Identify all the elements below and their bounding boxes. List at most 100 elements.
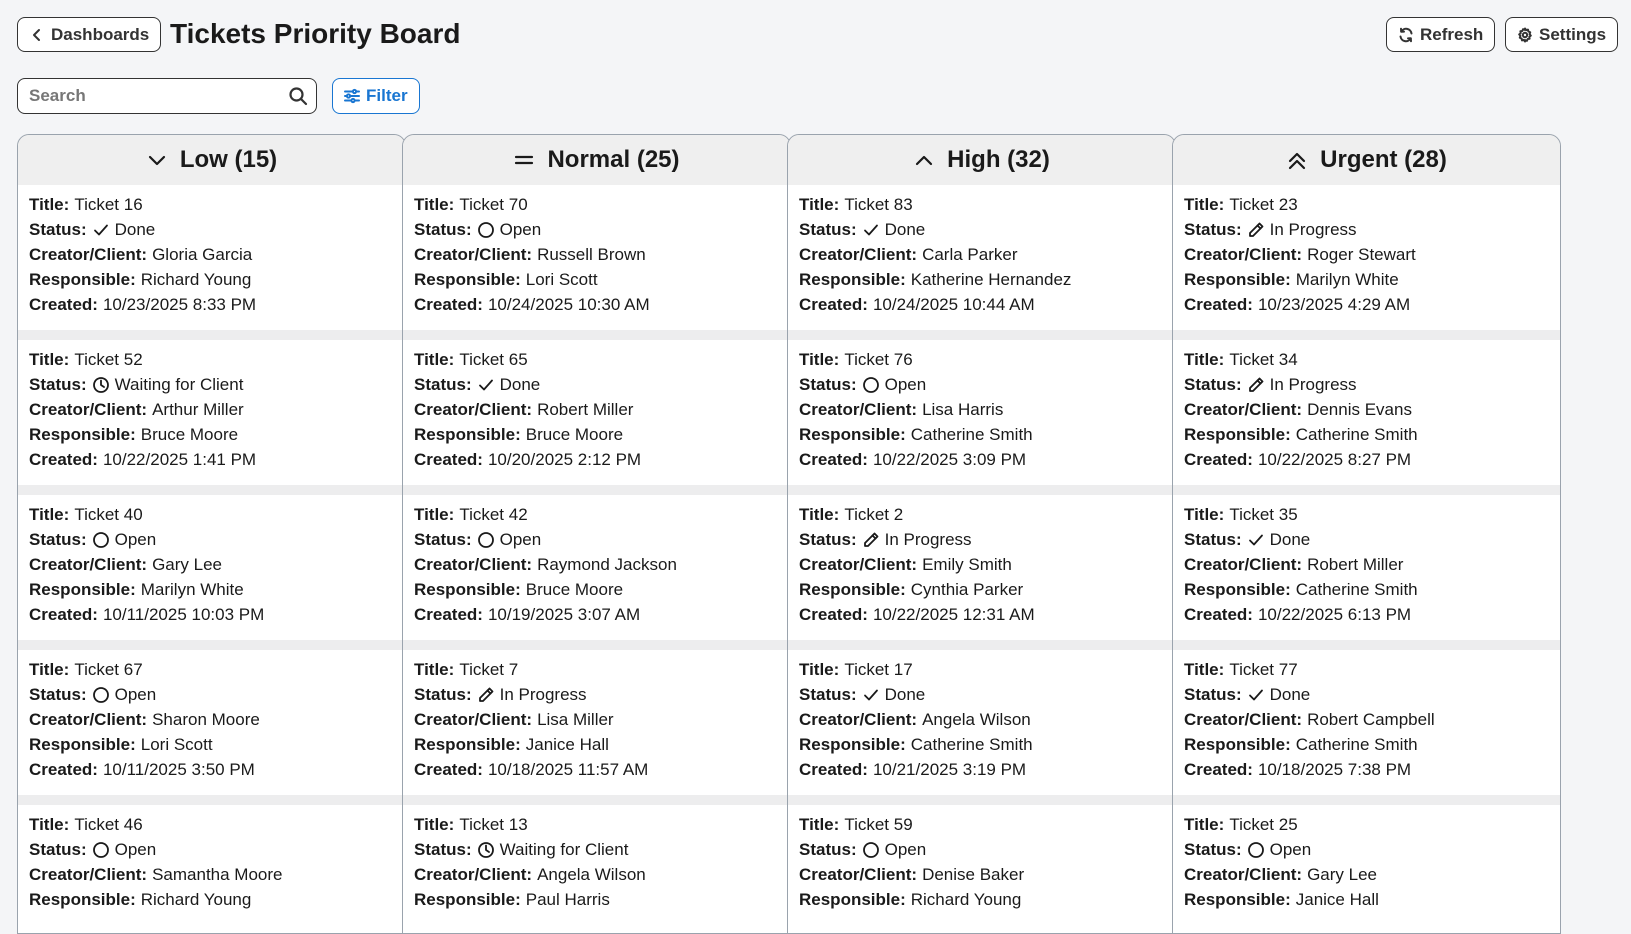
field-label: Creator/Client:	[1184, 710, 1303, 729]
field-label: Responsible:	[799, 890, 906, 909]
column-header[interactable]: Urgent (28)	[1173, 135, 1560, 185]
ticket-created: 10/11/2025 3:50 PM	[102, 760, 255, 779]
ticket-card[interactable]: Title: Ticket 70 Status: Open Creator/Client…	[403, 185, 790, 330]
ticket-status-row: Status: Done	[1184, 527, 1549, 552]
ticket-title: Ticket 76	[844, 350, 913, 369]
column-header[interactable]: High (32)	[788, 135, 1175, 185]
filter-button-label: Filter	[366, 86, 408, 105]
ticket-card[interactable]: Title: Ticket 16 Status: Done Creator/Client…	[18, 185, 405, 330]
ticket-card[interactable]: Title: Ticket 40 Status: Open Creator/Client…	[18, 495, 405, 640]
ticket-card[interactable]: Title: Ticket 59 Status: Open Creator/Client…	[788, 805, 1175, 933]
ticket-card[interactable]: Title: Ticket 52 Status: Waiting for Client…	[18, 340, 405, 485]
ticket-card[interactable]: Title: Ticket 83 Status: Done Creator/Client…	[788, 185, 1175, 330]
ticket-card[interactable]: Title: Ticket 34 Status: In Progress Creator…	[1173, 340, 1560, 485]
gear-icon	[1518, 27, 1532, 42]
refresh-button[interactable]: Refresh	[1386, 17, 1496, 52]
ticket-responsible: Catherine Smith	[910, 425, 1033, 444]
ticket-card[interactable]: Title: Ticket 17 Status: Done Creator/Client…	[788, 650, 1175, 795]
ticket-title-row: Title: Ticket 2	[799, 502, 1164, 527]
search-input[interactable]	[18, 86, 288, 106]
chevron-up-icon	[916, 155, 933, 166]
field-label: Creator/Client:	[29, 555, 148, 574]
field-label: Title:	[414, 815, 455, 834]
ticket-responsible: Bruce Moore	[525, 425, 624, 444]
ticket-creator: Denise Baker	[922, 865, 1025, 884]
ticket-responsible-row: Responsible: Marilyn White	[1184, 267, 1549, 292]
field-label: Status:	[29, 375, 87, 394]
ticket-card[interactable]: Title: Ticket 77 Status: Done Creator/Client…	[1173, 650, 1560, 795]
settings-button[interactable]: Settings	[1505, 17, 1619, 52]
ticket-status-row: Status: In Progress	[799, 527, 1164, 552]
ticket-card[interactable]: Title: Ticket 42 Status: Open Creator/Client…	[403, 495, 790, 640]
ticket-title-row: Title: Ticket 35	[1184, 502, 1549, 527]
field-label: Creator/Client:	[414, 865, 533, 884]
column-title: Low (15)	[179, 146, 278, 173]
double-chevron-up-icon	[1289, 152, 1306, 170]
field-label: Responsible:	[414, 270, 521, 289]
ticket-card[interactable]: Title: Ticket 7 Status: In Progress Creator/…	[403, 650, 790, 795]
ticket-created: 10/22/2025 1:41 PM	[102, 450, 257, 469]
ticket-status: Open	[114, 530, 157, 549]
ticket-responsible-row: Responsible: Cynthia Parker	[799, 577, 1164, 602]
ticket-card[interactable]: Title: Ticket 35 Status: Done Creator/Client…	[1173, 495, 1560, 640]
ticket-card[interactable]: Title: Ticket 76 Status: Open Creator/Client…	[788, 340, 1175, 485]
search-icon[interactable]	[288, 86, 308, 106]
ticket-created-row: Created: 10/18/2025 11:57 AM	[414, 757, 779, 782]
ticket-creator-row: Creator/Client: Gloria Garcia	[29, 242, 394, 267]
ticket-status: Open	[114, 685, 157, 704]
ticket-card[interactable]: Title: Ticket 25 Status: Open Creator/Client…	[1173, 805, 1560, 933]
column-header[interactable]: Low (15)	[18, 135, 405, 185]
ticket-creator: Roger Stewart	[1307, 245, 1416, 264]
ticket-card[interactable]: Title: Ticket 67 Status: Open Creator/Client…	[18, 650, 405, 795]
ticket-creator-row: Creator/Client: Lisa Harris	[799, 397, 1164, 422]
ticket-creator-row: Creator/Client: Emily Smith	[799, 552, 1164, 577]
ticket-created: 10/19/2025 3:07 AM	[487, 605, 641, 624]
ticket-card[interactable]: Title: Ticket 13 Status: Waiting for Client…	[403, 805, 790, 933]
ticket-card[interactable]: Title: Ticket 2 Status: In Progress Creator/…	[788, 495, 1175, 640]
ticket-status: Done	[1269, 685, 1311, 704]
column-header[interactable]: Normal (25)	[403, 135, 790, 185]
ticket-status-row: Status: Done	[414, 372, 779, 397]
ticket-responsible-row: Responsible: Richard Young	[29, 267, 394, 292]
field-label: Title:	[29, 505, 70, 524]
ticket-creator-row: Creator/Client: Samantha Moore	[29, 862, 394, 887]
field-label: Status:	[799, 220, 857, 239]
filter-button[interactable]: Filter	[332, 78, 420, 114]
ticket-card[interactable]: Title: Ticket 46 Status: Open Creator/Client…	[18, 805, 405, 933]
field-label: Created:	[29, 295, 98, 314]
ticket-title: Ticket 65	[459, 350, 528, 369]
field-label: Status:	[1184, 530, 1242, 549]
circle-icon	[92, 531, 110, 549]
field-label: Creator/Client:	[414, 555, 533, 574]
ticket-status-row: Status: Done	[799, 682, 1164, 707]
ticket-creator: Lisa Miller	[537, 710, 614, 729]
ticket-status: Open	[499, 530, 542, 549]
field-label: Responsible:	[1184, 425, 1291, 444]
ticket-created-row: Created: 10/19/2025 3:07 AM	[414, 602, 779, 627]
settings-button-label: Settings	[1539, 24, 1607, 44]
ticket-title: Ticket 35	[1229, 505, 1298, 524]
back-to-dashboards-button[interactable]: Dashboards	[17, 17, 162, 52]
ticket-status-row: Status: In Progress	[1184, 372, 1549, 397]
ticket-card[interactable]: Title: Ticket 23 Status: In Progress Creator…	[1173, 185, 1560, 330]
ticket-created: 10/22/2025 8:27 PM	[1257, 450, 1412, 469]
ticket-title: Ticket 13	[459, 815, 528, 834]
ticket-creator-row: Creator/Client: Denise Baker	[799, 862, 1164, 887]
chevron-down-icon	[148, 155, 165, 166]
ticket-creator-row: Creator/Client: Arthur Miller	[29, 397, 394, 422]
pencil-icon	[862, 531, 880, 549]
ticket-created-row: Created: 10/22/2025 6:13 PM	[1184, 602, 1549, 627]
field-label: Status:	[1184, 685, 1242, 704]
ticket-status-row: Status: Open	[1184, 837, 1549, 862]
ticket-created: 10/24/2025 10:44 AM	[872, 295, 1035, 314]
field-label: Created:	[414, 760, 483, 779]
priority-column: Urgent (28) Title: Ticket 23 Status: In Prog…	[1172, 134, 1561, 934]
ticket-card[interactable]: Title: Ticket 65 Status: Done Creator/Client…	[403, 340, 790, 485]
ticket-created: 10/20/2025 2:12 PM	[487, 450, 642, 469]
field-label: Responsible:	[414, 735, 521, 754]
field-label: Title:	[414, 195, 455, 214]
ticket-created: 10/18/2025 11:57 AM	[487, 760, 649, 779]
field-label: Title:	[29, 195, 70, 214]
column-title: Urgent (28)	[1320, 146, 1447, 173]
ticket-title: Ticket 7	[459, 660, 519, 679]
